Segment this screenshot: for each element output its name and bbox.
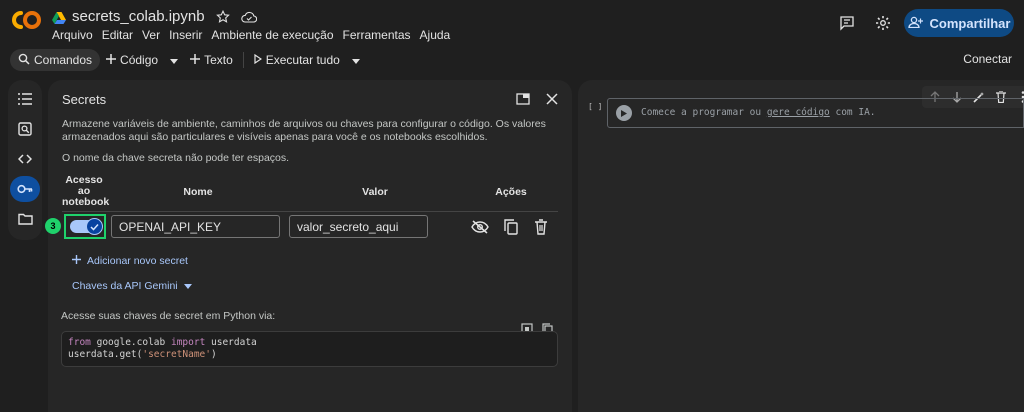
add-secret-button[interactable]: Adicionar novo secret — [72, 255, 188, 267]
menu-arquivo[interactable]: Arquivo — [52, 28, 93, 42]
cell-placeholder: Comece a programar ou gere código com IA… — [641, 107, 876, 118]
run-all-button[interactable]: Executar tudo — [248, 49, 346, 71]
check-icon — [86, 218, 103, 235]
code-call: userdata.get( — [68, 349, 143, 360]
search-icon — [18, 53, 30, 68]
python-access-note: Acesse suas chaves de secret em Python v… — [61, 310, 276, 322]
add-secret-label: Adicionar novo secret — [87, 255, 188, 267]
delete-trash-icon[interactable] — [532, 218, 550, 236]
menu-editar[interactable]: Editar — [102, 28, 133, 42]
copy-icon[interactable] — [502, 218, 520, 236]
menu-inserir[interactable]: Inserir — [169, 28, 202, 42]
menu-ambiente-execucao[interactable]: Ambiente de execução — [211, 28, 333, 42]
add-code-label: Código — [120, 53, 159, 67]
caret-down-icon — [170, 53, 179, 67]
close-icon[interactable] — [543, 90, 561, 108]
code-line-1: from google.colab import userdata — [68, 337, 551, 349]
column-header-access: Acesso ao notebook — [62, 175, 110, 208]
cell-execution-count: [ ] — [588, 102, 603, 111]
files-folder-icon[interactable] — [10, 206, 40, 232]
connect-button[interactable]: Conectar — [963, 52, 1012, 66]
run-cell-play-icon[interactable] — [616, 105, 632, 121]
code-import-name: userdata — [205, 337, 257, 348]
secrets-key-icon[interactable] — [10, 176, 40, 202]
placeholder-text: Comece a programar ou — [641, 107, 767, 118]
header-divider — [62, 211, 558, 212]
play-outline-icon — [254, 53, 262, 67]
panel-title: Secrets — [62, 92, 107, 107]
plus-icon — [190, 53, 201, 67]
gemini-keys-label: Chaves da API Gemini — [72, 280, 178, 292]
run-all-dropdown[interactable] — [346, 49, 366, 71]
header-access-line3: notebook — [62, 196, 110, 208]
notebook-toolbar: Comandos Código Texto Executar tudo — [0, 46, 1024, 74]
code-dropdown[interactable] — [164, 49, 184, 71]
notebook-area — [578, 80, 1024, 412]
secret-name-field[interactable]: OPENAI_API_KEY — [111, 215, 280, 238]
secret-name-note: O nome da chave secreta não pode ter esp… — [62, 152, 290, 164]
add-people-icon — [907, 16, 924, 31]
column-header-value: Valor — [362, 186, 388, 198]
side-rail — [8, 80, 42, 240]
code-keyword-from: from — [68, 337, 91, 348]
plus-icon — [106, 53, 117, 67]
secret-value-field[interactable]: valor_secreto_aqui — [289, 215, 428, 238]
code-module: google.colab — [90, 337, 171, 348]
column-header-name: Nome — [183, 186, 213, 198]
code-call-end: ) — [211, 349, 217, 360]
notebook-access-toggle[interactable] — [70, 218, 103, 235]
column-header-actions: Ações — [495, 186, 527, 198]
top-bar: secrets_colab.ipynb Arquivo Editar Ver I… — [0, 0, 1024, 46]
caret-down-icon — [183, 280, 192, 292]
code-string: 'secretName' — [142, 349, 211, 360]
settings-gear-icon[interactable] — [868, 8, 898, 38]
find-replace-icon[interactable] — [10, 116, 40, 142]
menu-bar: Arquivo Editar Ver Inserir Ambiente de e… — [52, 28, 459, 42]
add-text-label: Texto — [204, 53, 233, 67]
step-badge: 3 — [45, 218, 61, 234]
star-icon[interactable] — [215, 9, 231, 25]
cloud-saved-icon[interactable] — [240, 9, 257, 25]
open-in-tab-icon[interactable] — [514, 90, 532, 108]
code-cell[interactable]: Comece a programar ou gere código com IA… — [607, 98, 1024, 128]
panel-description: Armazene variáveis de ambiente, caminhos… — [62, 118, 546, 143]
generate-code-link[interactable]: gere código — [767, 107, 830, 118]
commands-button[interactable]: Comandos — [10, 49, 101, 71]
table-of-contents-icon[interactable] — [10, 86, 40, 112]
share-button[interactable]: Compartilhar — [904, 9, 1014, 37]
code-snippet: from google.colab import userdata userda… — [61, 331, 558, 367]
add-text-button[interactable]: Texto — [184, 49, 239, 71]
plus-icon — [72, 255, 81, 267]
toolbar-divider — [242, 52, 244, 68]
share-label: Compartilhar — [929, 15, 1011, 31]
google-drive-icon — [52, 11, 66, 24]
add-code-button[interactable]: Código — [100, 49, 164, 71]
gemini-keys-dropdown[interactable]: Chaves da API Gemini — [72, 280, 192, 292]
code-keyword-import: import — [170, 337, 206, 348]
code-line-2: userdata.get('secretName') — [68, 349, 551, 361]
menu-ver[interactable]: Ver — [142, 28, 160, 42]
run-all-label: Executar tudo — [265, 53, 340, 67]
comments-icon[interactable] — [832, 8, 862, 38]
notebook-access-highlight — [64, 214, 106, 239]
placeholder-text-end: com IA. — [829, 107, 876, 118]
visibility-off-icon[interactable] — [471, 218, 489, 236]
code-snippets-icon[interactable] — [10, 146, 40, 172]
commands-label: Comandos — [34, 53, 93, 67]
menu-ferramentas[interactable]: Ferramentas — [343, 28, 411, 42]
menu-ajuda[interactable]: Ajuda — [420, 28, 451, 42]
notebook-title[interactable]: secrets_colab.ipynb — [72, 8, 205, 25]
caret-down-icon — [351, 53, 360, 67]
colab-logo[interactable] — [10, 9, 42, 31]
